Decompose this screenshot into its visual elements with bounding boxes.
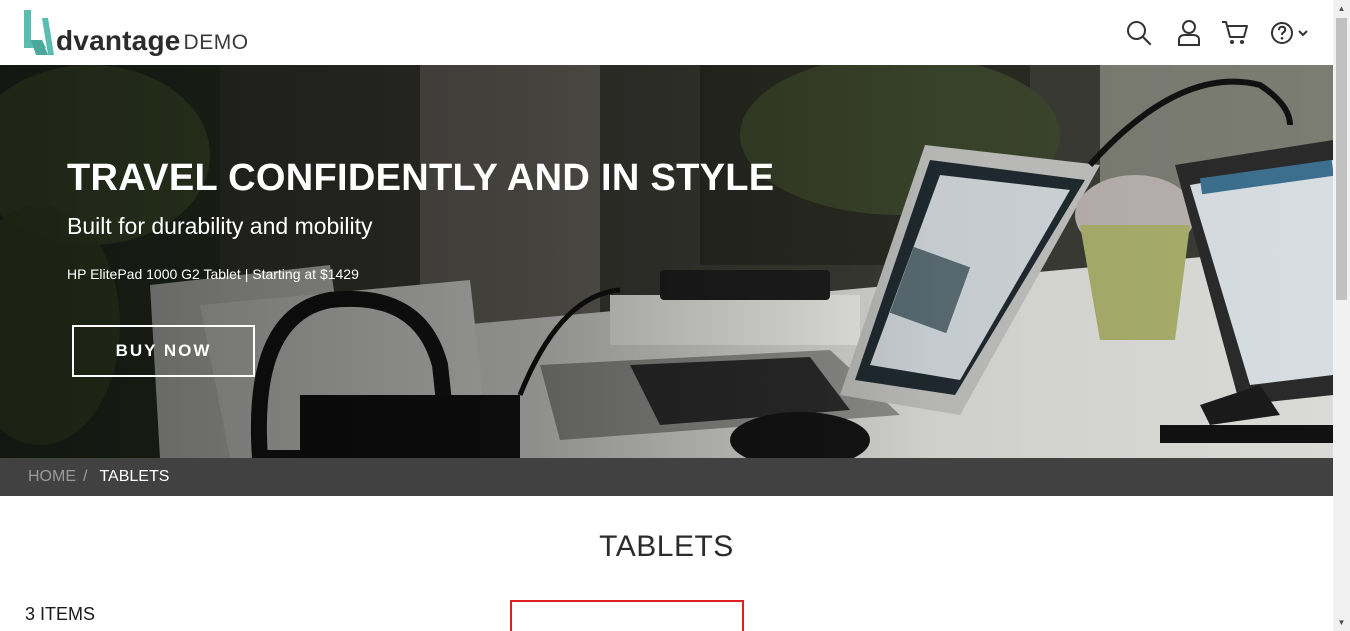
- logo-demo-label: DEMO: [183, 31, 249, 54]
- hero-title: TRAVEL CONFIDENTLY AND IN STYLE: [67, 157, 775, 199]
- category-title: TABLETS: [599, 530, 734, 563]
- hero-overlay: [0, 65, 1333, 458]
- logo-a-mark: [24, 10, 54, 55]
- scrollbar-thumb[interactable]: [1336, 18, 1347, 300]
- breadcrumb-home-link[interactable]: HOME: [28, 468, 76, 486]
- logo-wordmark: dvantage: [56, 25, 181, 56]
- scroll-down-arrow-icon[interactable]: ▼: [1333, 614, 1350, 631]
- hero-banner: TRAVEL CONFIDENTLY AND IN STYLE Built fo…: [0, 65, 1333, 458]
- vertical-scrollbar[interactable]: ▲ ▼: [1333, 0, 1350, 631]
- site-header: dvantage DEMO: [0, 0, 1333, 65]
- cart-icon[interactable]: [1220, 18, 1250, 48]
- help-menu[interactable]: [1267, 18, 1311, 48]
- buy-now-button[interactable]: BUY NOW: [72, 325, 255, 377]
- site-logo[interactable]: dvantage DEMO: [22, 10, 249, 56]
- scroll-up-arrow-icon[interactable]: ▲: [1333, 0, 1350, 17]
- page: dvantage DEMO TRAVEL CONFIDENTLY AND IN …: [0, 0, 1333, 631]
- search-icon[interactable]: [1124, 18, 1154, 48]
- breadcrumb-separator: /: [83, 468, 88, 485]
- breadcrumb: HOME / TABLETS: [0, 458, 1333, 496]
- help-icon: [1270, 22, 1293, 44]
- items-count: 3 ITEMS: [25, 604, 96, 624]
- breadcrumb-current: TABLETS: [99, 468, 170, 485]
- product-card[interactable]: [510, 600, 744, 631]
- user-icon[interactable]: [1174, 18, 1204, 48]
- hero-subtitle: Built for durability and mobility: [67, 213, 373, 239]
- hero-product-line: HP ElitePad 1000 G2 Tablet | Starting at…: [67, 266, 359, 282]
- chevron-down-icon: [1297, 30, 1308, 37]
